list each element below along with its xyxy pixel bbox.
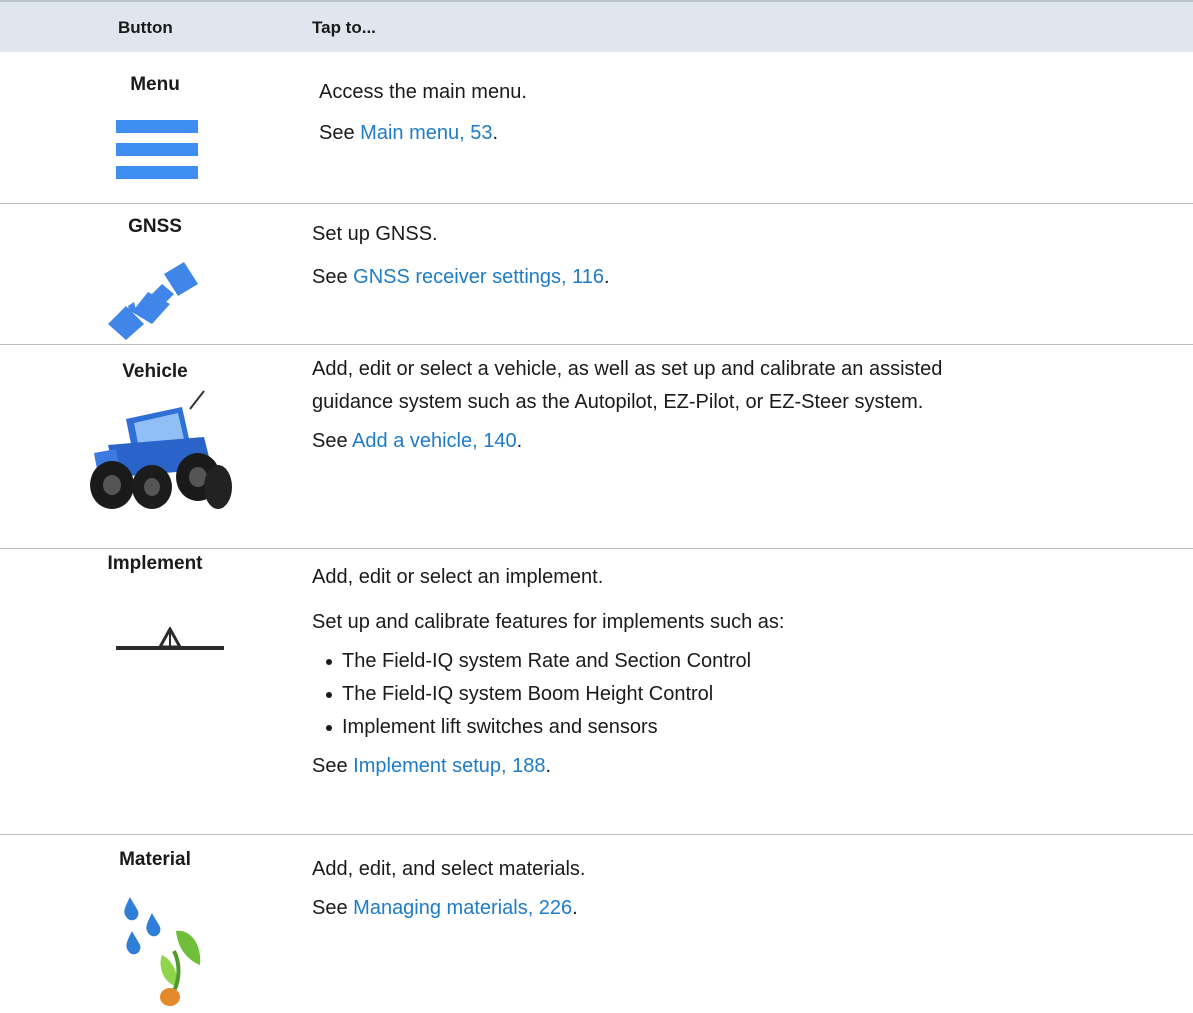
header-button-column: Button xyxy=(118,18,173,37)
link-managing-materials[interactable]: Managing materials, 226 xyxy=(353,897,572,919)
feature-list: The Field-IQ system Rate and Section Con… xyxy=(312,645,1192,744)
link-add-a-vehicle[interactable]: Add a vehicle, 140 xyxy=(352,430,517,452)
button-name-implement: Implement xyxy=(107,553,203,574)
description-text: Set up GNSS. xyxy=(312,223,438,245)
button-name-menu: Menu xyxy=(130,74,180,95)
material-icon xyxy=(118,891,210,1008)
description-material: Add, edit, and select materials. See Man… xyxy=(312,853,1192,925)
table-row-menu: Menu Access the main menu. See Main menu… xyxy=(0,52,1193,203)
description-gnss: Set up GNSS. See GNSS receiver settings,… xyxy=(312,218,1192,294)
table-row-material: Material Add, edit, and select materials… xyxy=(0,835,1193,1008)
description-text: guidance system such as the Autopilot, E… xyxy=(312,391,924,413)
description-text: Set up and calibrate features for implem… xyxy=(312,611,785,633)
button-name-gnss: GNSS xyxy=(128,216,182,237)
link-main-menu[interactable]: Main menu, 53 xyxy=(360,122,492,144)
button-name-vehicle: Vehicle xyxy=(122,361,188,382)
header-tap-column: Tap to... xyxy=(312,18,376,37)
description-implement: Add, edit or select an implement. Set up… xyxy=(312,561,1192,783)
description-vehicle: Add, edit or select a vehicle, as well a… xyxy=(312,353,1192,458)
button-name-material: Material xyxy=(119,849,191,870)
implement-icon xyxy=(116,625,224,653)
description-text: Access the main menu. xyxy=(319,81,527,103)
bullet-icon xyxy=(326,692,332,698)
see-also: See Add a vehicle, 140. xyxy=(312,430,523,452)
link-implement-setup[interactable]: Implement setup, 188 xyxy=(353,755,545,777)
list-item: Implement lift switches and sensors xyxy=(312,711,1192,744)
button-reference-table: Button Tap to... Menu Access the main me… xyxy=(0,0,1193,1008)
description-menu: Access the main menu. See Main menu, 53. xyxy=(319,76,1193,150)
satellite-icon xyxy=(104,262,200,342)
see-also: See Main menu, 53. xyxy=(319,122,499,144)
description-text: Add, edit or select a vehicle, as well a… xyxy=(312,358,943,380)
bullet-icon xyxy=(326,725,332,731)
list-item: The Field-IQ system Boom Height Control xyxy=(312,678,1192,711)
table-header: Button Tap to... xyxy=(0,0,1193,52)
bullet-icon xyxy=(326,659,332,665)
table-row-gnss: GNSS Set up GNSS. See GNSS receiver sett… xyxy=(0,204,1193,344)
description-text: Add, edit, and select materials. xyxy=(312,858,586,880)
tractor-icon xyxy=(86,389,234,513)
description-text: Add, edit or select an implement. xyxy=(312,566,604,588)
see-also: See GNSS receiver settings, 116. xyxy=(312,266,610,288)
menu-icon xyxy=(116,120,198,180)
link-gnss-receiver-settings[interactable]: GNSS receiver settings, 116 xyxy=(353,266,604,288)
list-item: The Field-IQ system Rate and Section Con… xyxy=(312,645,1192,678)
see-also: See Managing materials, 226. xyxy=(312,897,578,919)
table-row-vehicle: Vehicle Add, edit or select a vehicle, a… xyxy=(0,345,1193,548)
table-row-implement: Implement Add, edit or select an impleme… xyxy=(0,549,1193,834)
see-also: See Implement setup, 188. xyxy=(312,755,552,777)
